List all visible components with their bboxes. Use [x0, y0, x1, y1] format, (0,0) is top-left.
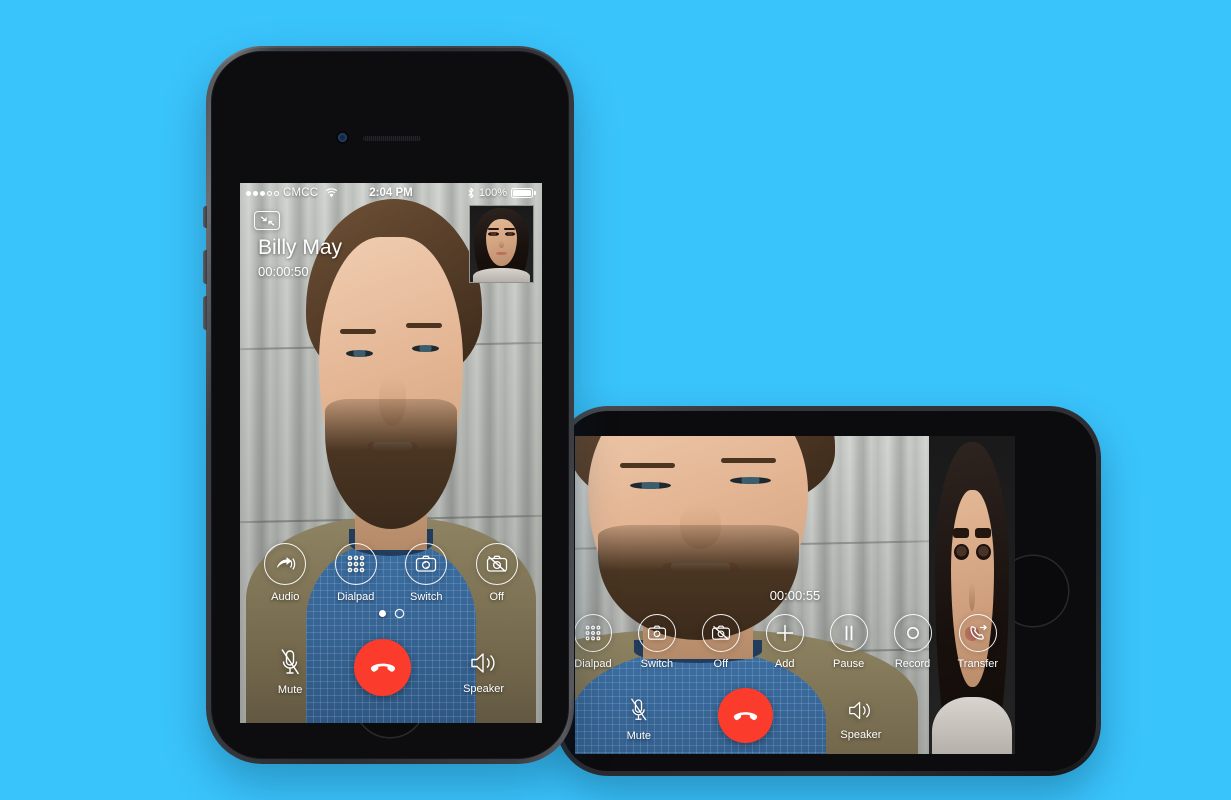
speaker-label: Speaker — [840, 729, 882, 741]
dialpad-icon — [334, 543, 377, 585]
audio-label: Audio — [271, 591, 300, 603]
off-label: Off — [489, 591, 504, 603]
microphone-muted-icon — [278, 648, 302, 678]
switch-camera-button[interactable]: Switch — [405, 543, 448, 603]
dialpad-button[interactable]: Dialpad — [334, 543, 377, 603]
camera-off-icon — [475, 543, 518, 585]
portrait-screen: CMCC 2:04 PM 100% Billy May 00:00:50 Aud… — [240, 183, 542, 723]
mute-label: Mute — [626, 730, 652, 742]
camera-off-button-landscape[interactable]: Off — [701, 614, 740, 670]
landscape-screen: 00:00:55 Dialpad Switch Off Add Pause Re… — [575, 436, 1015, 754]
shrink-icon[interactable] — [254, 211, 280, 230]
end-call-icon — [368, 652, 398, 682]
end-call-button[interactable] — [354, 638, 412, 696]
record-icon — [893, 614, 932, 652]
switch-camera-button-landscape[interactable]: Switch — [637, 614, 676, 670]
front-camera-icon — [338, 133, 347, 142]
local-video-feed — [470, 206, 533, 282]
volume-up-button[interactable] — [203, 250, 207, 284]
dialpad-label: Dialpad — [575, 658, 612, 670]
record-button[interactable]: Record — [893, 614, 932, 670]
speaker-icon — [847, 698, 874, 723]
speaker-button[interactable]: Speaker — [463, 639, 504, 695]
camera-off-icon — [701, 614, 740, 652]
call-info: Billy May 00:00:50 — [258, 235, 342, 281]
call-transfer-icon — [958, 614, 997, 652]
speaker-icon — [469, 649, 499, 677]
camera-switch-icon — [637, 614, 676, 652]
status-bar: CMCC 2:04 PM 100% — [240, 183, 542, 203]
iphone-landscape-body: 00:00:55 Dialpad Switch Off Add Pause Re… — [561, 411, 1096, 771]
mute-label: Mute — [277, 684, 303, 696]
camera-switch-icon — [405, 543, 448, 585]
pause-button[interactable]: Pause — [829, 614, 868, 670]
clock-label: 2:04 PM — [369, 187, 413, 199]
audio-button[interactable]: Audio — [264, 543, 307, 603]
landscape-controls-row: Dialpad Switch Off Add Pause Record Tran… — [575, 614, 1011, 670]
pause-icon — [829, 614, 868, 652]
mute-button-landscape[interactable]: Mute — [627, 689, 651, 742]
end-call-button-landscape[interactable] — [718, 688, 774, 743]
dialpad-icon — [575, 614, 612, 652]
self-view-thumbnail[interactable] — [469, 205, 534, 283]
pause-label: Pause — [833, 658, 865, 670]
add-call-button[interactable]: Add — [765, 614, 804, 670]
record-label: Record — [894, 658, 931, 670]
silent-switch[interactable] — [203, 206, 207, 228]
add-label: Add — [774, 658, 795, 670]
transfer-button[interactable]: Transfer — [957, 614, 998, 670]
local-video-feed-landscape — [929, 436, 1015, 754]
switch-label: Switch — [410, 591, 443, 603]
call-duration: 00:00:50 — [258, 264, 309, 279]
audio-switch-icon — [264, 543, 307, 585]
volume-down-button[interactable] — [203, 296, 207, 330]
transfer-label: Transfer — [957, 658, 999, 670]
battery-icon — [511, 188, 536, 198]
dialpad-button-landscape[interactable]: Dialpad — [575, 614, 612, 670]
iphone-portrait-device: CMCC 2:04 PM 100% Billy May 00:00:50 Aud… — [203, 46, 574, 764]
dialpad-label: Dialpad — [337, 591, 375, 603]
speaker-label: Speaker — [463, 683, 505, 695]
iphone-landscape-device: 00:00:55 Dialpad Switch Off Add Pause Re… — [556, 406, 1101, 776]
contact-name: Billy May — [258, 236, 343, 259]
earpiece-speaker — [363, 136, 421, 141]
iphone-portrait-body: CMCC 2:04 PM 100% Billy May 00:00:50 Aud… — [211, 51, 569, 759]
page-dot[interactable] — [396, 610, 403, 617]
portrait-bottom-row: Mute Speaker — [252, 638, 530, 696]
add-call-icon — [765, 614, 804, 652]
speaker-button-landscape[interactable]: Speaker — [840, 690, 881, 741]
off-label: Off — [713, 658, 729, 670]
mute-button[interactable]: Mute — [278, 638, 302, 696]
self-view-thumbnail-landscape[interactable] — [929, 436, 1015, 754]
landscape-bottom-row: Mute Speaker — [593, 688, 915, 743]
end-call-icon — [731, 701, 760, 730]
camera-off-button[interactable]: Off — [475, 543, 518, 603]
portrait-controls-row: Audio Dialpad Switch Off — [250, 543, 532, 603]
call-duration-landscape: 00:00:55 — [769, 588, 821, 603]
page-indicator[interactable] — [379, 610, 403, 617]
page-dot-active[interactable] — [379, 610, 386, 617]
switch-label: Switch — [640, 658, 674, 670]
microphone-muted-icon — [628, 697, 649, 724]
